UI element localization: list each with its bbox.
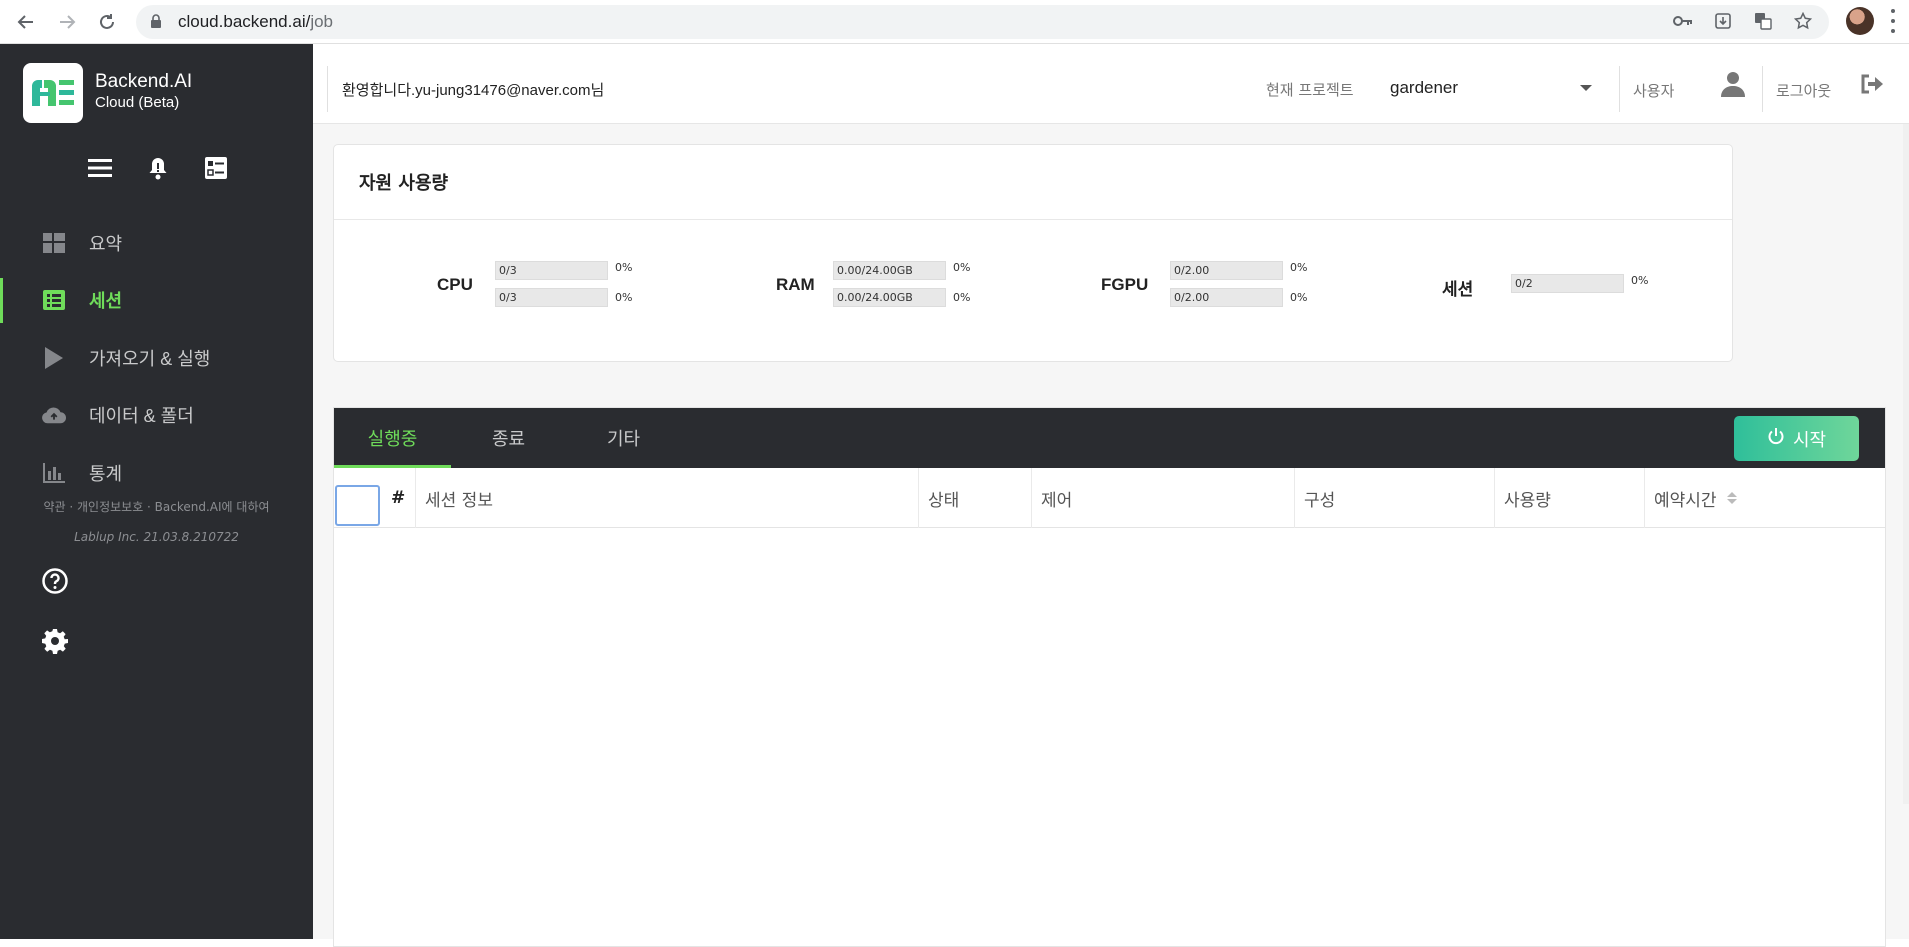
usage-percent: 0% (953, 261, 971, 274)
usage-bar: 0/3 (495, 261, 608, 280)
resource-name: CPU (437, 275, 473, 294)
sidebar-item-statistics[interactable]: 통계 (0, 444, 313, 502)
logout-label[interactable]: 로그아웃 (1776, 80, 1831, 101)
brand-name: Backend.AI (95, 71, 193, 92)
usage-percent: 0% (1290, 261, 1308, 274)
session-count-usage: 세션 0/2 0% (1354, 261, 1694, 317)
user-icon[interactable] (1721, 71, 1745, 101)
app-header: 환영합니다.yu-jung31476@naver.com님 현재 프로젝트 ga… (313, 44, 1909, 124)
key-icon[interactable] (1673, 11, 1693, 31)
usage-bar: 0/3 (495, 288, 608, 307)
more-vert-icon[interactable] (1890, 9, 1896, 33)
resource-name: FGPU (1101, 275, 1149, 294)
install-icon[interactable] (1713, 11, 1733, 31)
resource-usage-panel: 자원 사용량 CPU 0/3 0% 0/3 0% RAM 0.00/24.00G… (333, 144, 1733, 362)
translate-icon[interactable] (1753, 11, 1773, 31)
usage-bar: 0/2 (1511, 274, 1624, 293)
user-label[interactable]: 사용자 (1633, 80, 1674, 101)
ram-usage: RAM 0.00/24.00GB 0% 0.00/24.00GB 0% (674, 261, 1014, 317)
tab-others[interactable]: 기타 (566, 408, 681, 468)
version-text: Lablup Inc. 21.03.8.210722 (74, 530, 239, 544)
sidebar-item-summary[interactable]: 요약 (0, 214, 313, 272)
gear-icon[interactable] (42, 628, 68, 658)
sidebar-item-label: 요약 (89, 233, 123, 254)
column-header-configuration: 구성 (1294, 468, 1494, 528)
resource-usage-title: 자원 사용량 (359, 173, 449, 194)
footer-links[interactable]: 약관 · 개인정보보호 · Backend.AI에 대하여 (0, 498, 313, 515)
help-circle-icon[interactable] (42, 568, 68, 598)
page-scrollbar[interactable] (1903, 124, 1909, 804)
profile-avatar[interactable] (1846, 7, 1874, 35)
usage-percent: 0% (953, 291, 971, 304)
bar-chart-icon (42, 461, 66, 485)
usage-bar: 0.00/24.00GB (833, 261, 946, 280)
column-header-control: 제어 (1031, 468, 1294, 528)
address-bar[interactable]: cloud.backend.ai/job (136, 5, 1829, 39)
sidebar-item-sessions[interactable]: 세션 (0, 272, 313, 330)
select-all-checkbox[interactable] (335, 485, 380, 526)
session-tabs: 실행중 종료 기타 시작 (334, 408, 1885, 468)
task-list-icon[interactable] (202, 154, 230, 182)
resource-name: RAM (776, 275, 815, 294)
usage-percent: 0% (1290, 291, 1308, 304)
url-text: cloud.backend.ai/job (178, 12, 334, 31)
column-header-label: 예약시간 (1654, 490, 1717, 511)
bell-alert-icon[interactable] (144, 154, 172, 182)
project-select[interactable]: gardener (1390, 78, 1458, 98)
reload-icon[interactable] (93, 8, 121, 36)
project-label: 현재 프로젝트 (1266, 81, 1354, 99)
back-arrow-icon[interactable] (12, 8, 40, 36)
usage-percent: 0% (615, 291, 633, 304)
tab-finished[interactable]: 종료 (451, 408, 566, 468)
brand-subtitle: Cloud (Beta) (95, 94, 180, 111)
start-button-label: 시작 (1792, 429, 1827, 451)
sidebar: Backend.AI Cloud (Beta) 요약 세션 가져오기 & 실행 … (0, 44, 313, 939)
sidebar-item-label: 데이터 & 폴더 (89, 406, 194, 427)
list-icon (42, 288, 66, 312)
main-content: 자원 사용량 CPU 0/3 0% 0/3 0% RAM 0.00/24.00G… (313, 124, 1909, 947)
lock-icon (150, 14, 162, 33)
usage-bar: 0/2.00 (1170, 261, 1283, 280)
sidebar-item-import-run[interactable]: 가져오기 & 실행 (0, 329, 313, 387)
usage-bar: 0/2.00 (1170, 288, 1283, 307)
sidebar-item-label: 통계 (89, 463, 123, 484)
resource-name: 세션 (1442, 280, 1474, 299)
sort-icon[interactable] (1726, 492, 1737, 504)
power-icon (1767, 427, 1785, 450)
column-header-session-info: 세션 정보 (415, 468, 918, 528)
tab-running[interactable]: 실행중 (334, 408, 451, 468)
logout-icon[interactable] (1860, 74, 1884, 98)
session-table-header: # 세션 정보 상태 제어 구성 사용량 예약시간 (334, 468, 1885, 528)
usage-bar: 0.00/24.00GB (833, 288, 946, 307)
forward-arrow-icon[interactable] (53, 8, 81, 36)
sidebar-item-label: 세션 (89, 291, 123, 312)
sidebar-item-data-folders[interactable]: 데이터 & 폴더 (0, 387, 313, 445)
hamburger-menu-icon[interactable] (86, 154, 114, 182)
start-session-button[interactable]: 시작 (1734, 416, 1859, 461)
star-icon[interactable] (1793, 11, 1813, 31)
cloud-upload-icon (42, 403, 66, 427)
session-list-panel: 실행중 종료 기타 시작 # 세션 정보 상태 제어 구성 사용량 예약시간 (333, 407, 1886, 947)
browser-toolbar: cloud.backend.ai/job (0, 0, 1909, 44)
column-header-index: # (391, 488, 406, 508)
play-icon (42, 346, 66, 370)
column-header-reservation-time[interactable]: 예약시간 (1644, 468, 1754, 528)
cpu-usage: CPU 0/3 0% 0/3 0% (334, 261, 674, 317)
column-header-status: 상태 (918, 468, 1031, 528)
fgpu-usage: FGPU 0/2.00 0% 0/2.00 0% (1014, 261, 1354, 317)
sidebar-item-label: 가져오기 & 실행 (89, 348, 211, 369)
sidebar-menu: 요약 세션 가져오기 & 실행 데이터 & 폴더 통계 (0, 214, 313, 502)
dashboard-icon (42, 231, 66, 255)
chevron-down-icon[interactable] (1580, 85, 1592, 91)
usage-percent: 0% (1631, 274, 1649, 287)
backend-ai-logo[interactable] (23, 63, 83, 123)
welcome-message: 환영합니다.yu-jung31476@naver.com님 (342, 82, 605, 99)
column-header-usage: 사용량 (1494, 468, 1644, 528)
usage-percent: 0% (615, 261, 633, 274)
